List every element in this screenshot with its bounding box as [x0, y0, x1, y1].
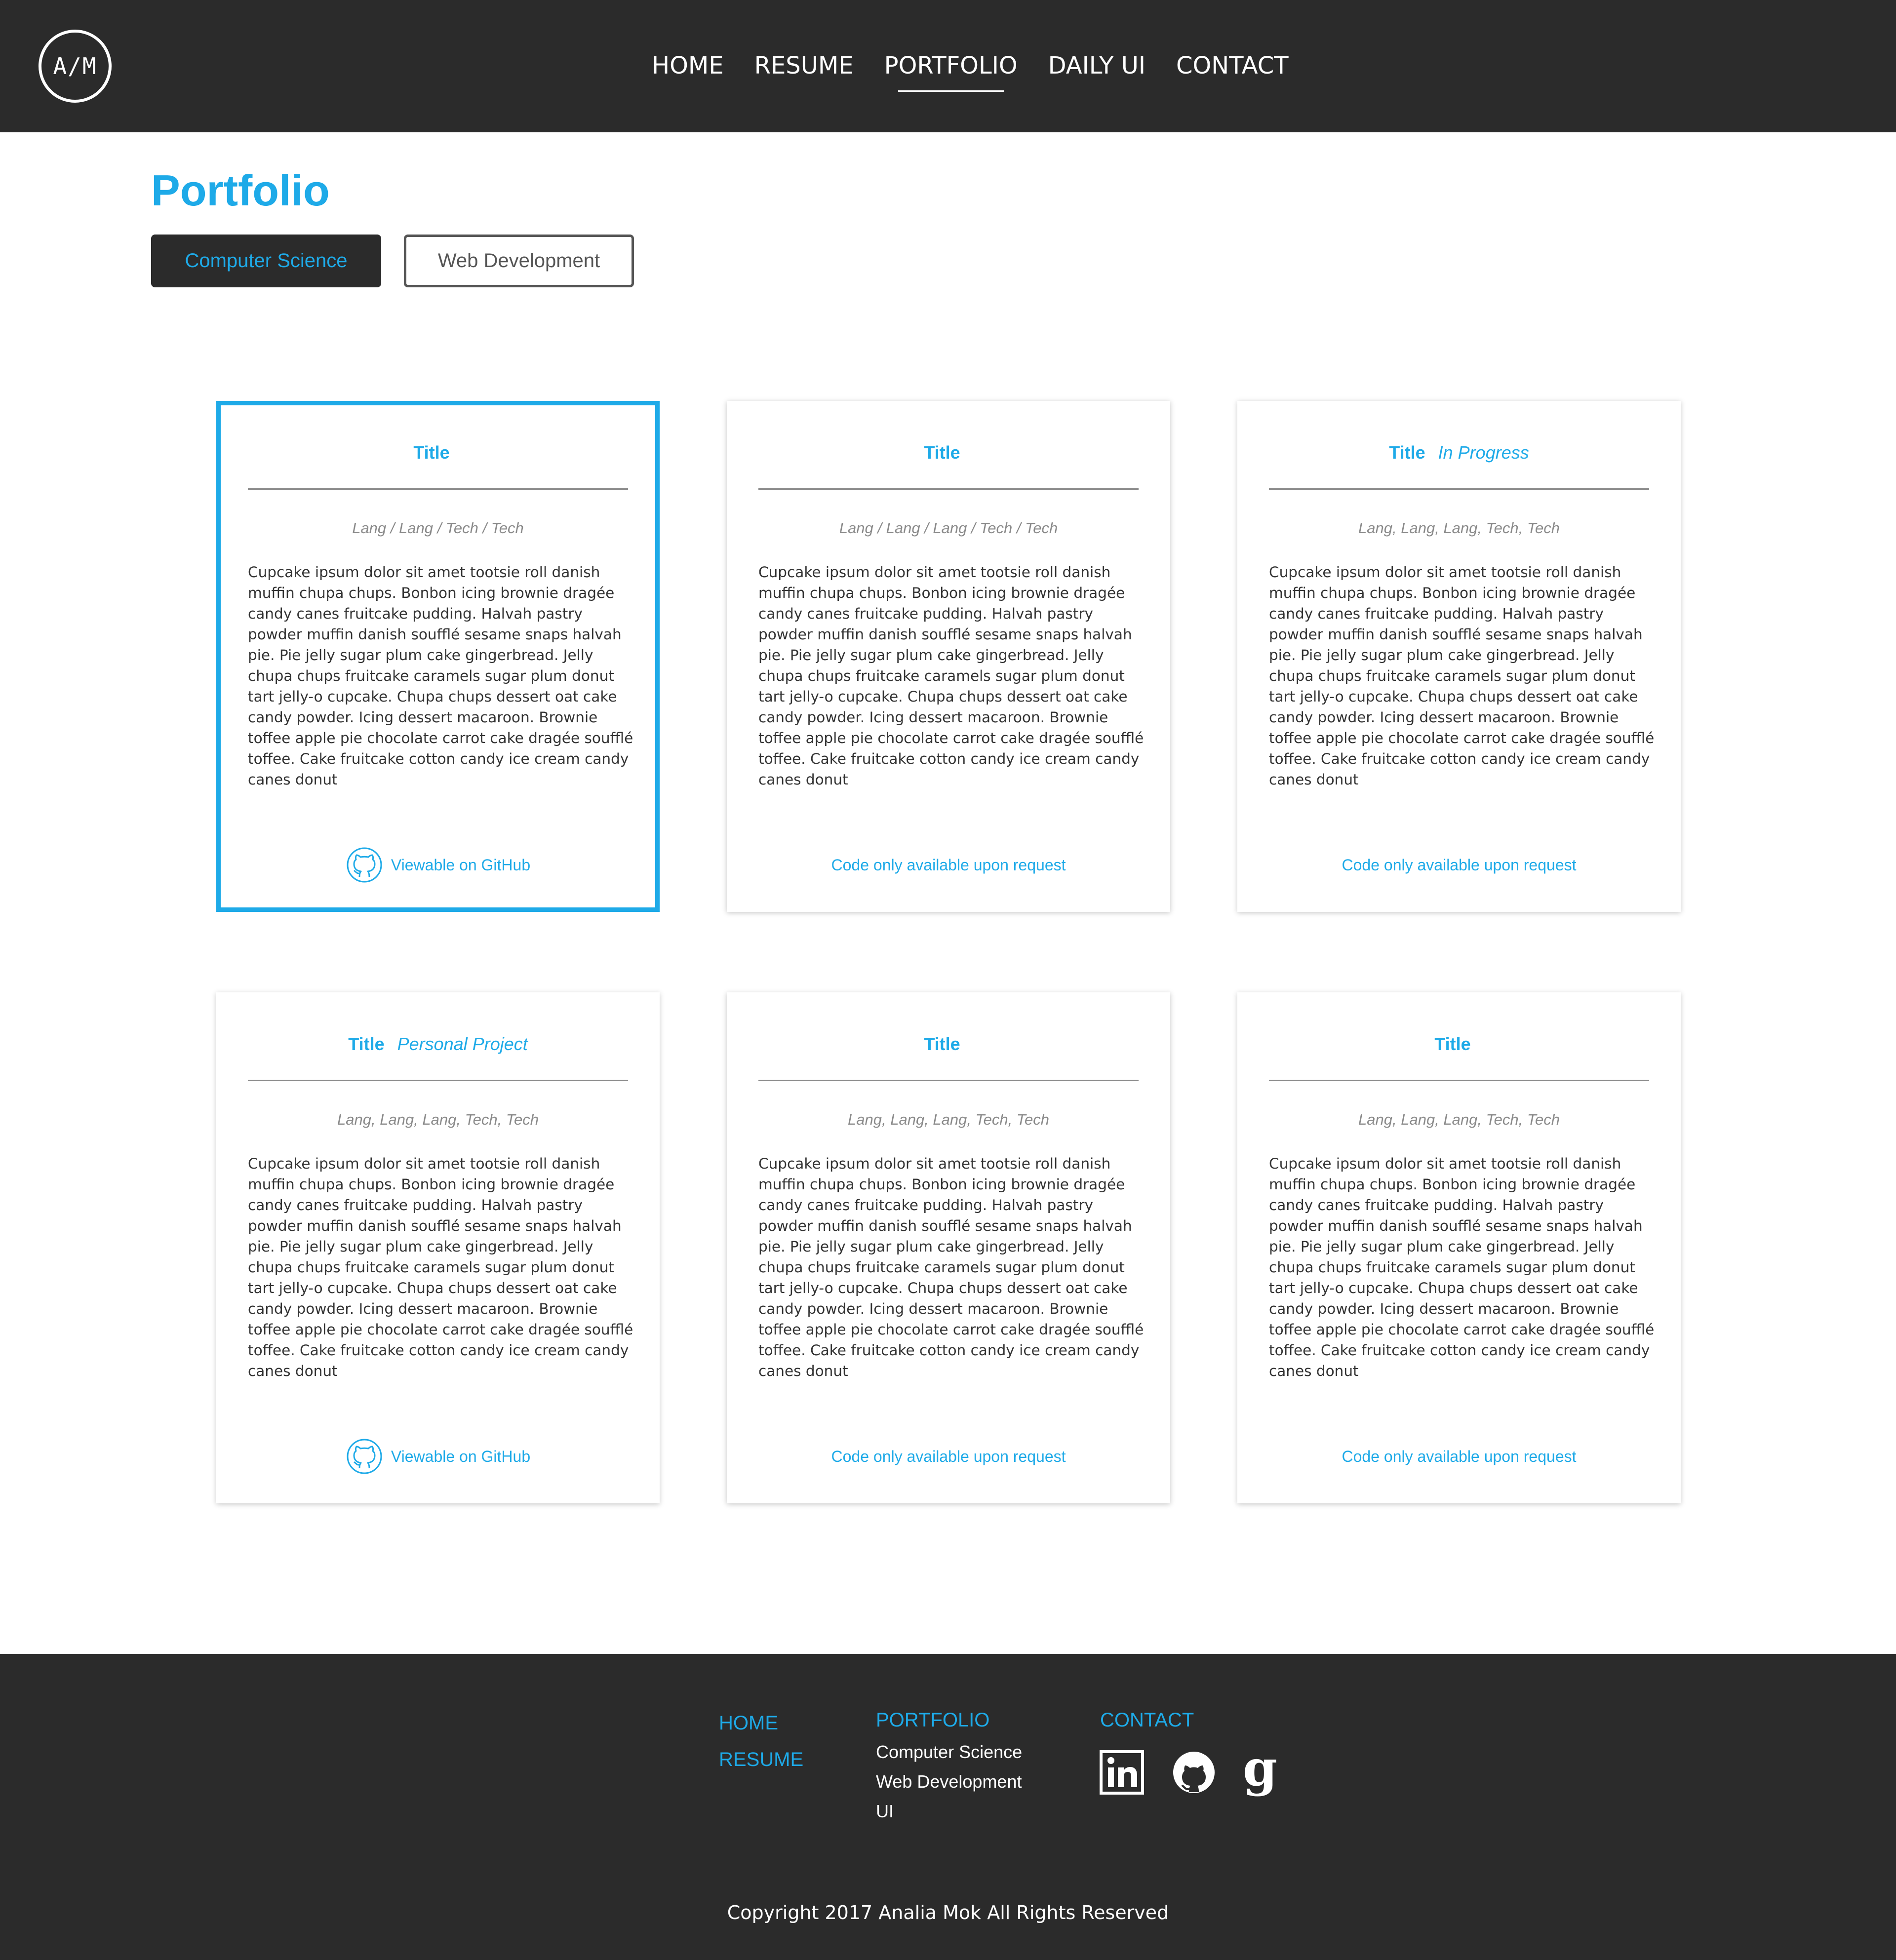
filter-web-development-button[interactable]: Web Development: [404, 235, 634, 287]
main-nav: HOME RESUME PORTFOLIO DAILY UI CONTACT: [652, 48, 1319, 92]
footer-link-resume[interactable]: RESUME: [719, 1749, 803, 1771]
logo[interactable]: A/M: [39, 30, 112, 103]
card-title: Title: [1389, 442, 1425, 463]
card-description: Cupcake ipsum dolor sit amet tootsie rol…: [758, 1155, 1144, 1379]
card-divider: [758, 1080, 1139, 1081]
google-icon[interactable]: g: [1242, 1748, 1278, 1797]
card-tech-stack: Lang, Lang, Lang, Tech, Tech: [848, 1111, 1049, 1128]
card-code-request-link[interactable]: Code only available upon request: [727, 845, 1170, 885]
card-tech-stack: Lang / Lang / Tech / Tech: [352, 519, 524, 537]
nav-home[interactable]: HOME: [652, 48, 724, 88]
footer-link-computer-science[interactable]: Computer Science: [876, 1742, 1022, 1763]
card-footer-text: Code only available upon request: [831, 1447, 1066, 1465]
filter-computer-science-button[interactable]: Computer Science: [151, 235, 381, 287]
copyright-text: Copyright 2017 Analia Mok All Rights Res…: [727, 1902, 1169, 1923]
card-code-request-link[interactable]: Code only available upon request: [1237, 845, 1681, 885]
card-github-link[interactable]: Viewable on GitHub: [216, 1437, 660, 1476]
footer-link-portfolio[interactable]: PORTFOLIO: [876, 1709, 989, 1731]
footer-link-web-development[interactable]: Web Development: [876, 1771, 1022, 1792]
card-divider: [1269, 1080, 1649, 1081]
project-card[interactable]: Title Lang, Lang, Lang, Tech, Tech Cupca…: [1237, 992, 1681, 1503]
card-description: Cupcake ipsum dolor sit amet tootsie rol…: [1269, 564, 1655, 788]
card-title: Title: [924, 1034, 960, 1054]
card-divider: [758, 488, 1139, 490]
card-divider: [248, 488, 628, 490]
svg-text:g: g: [1243, 1748, 1277, 1797]
nav-daily-ui[interactable]: DAILY UI: [1048, 48, 1146, 88]
project-card[interactable]: Title Lang / Lang / Tech / Tech Cupcake …: [216, 401, 660, 912]
card-footer-text: Viewable on GitHub: [391, 856, 531, 874]
card-description: Cupcake ipsum dolor sit amet tootsie rol…: [248, 1155, 633, 1379]
card-tech-stack: Lang, Lang, Lang, Tech, Tech: [1358, 519, 1560, 537]
nav-portfolio[interactable]: PORTFOLIO: [884, 48, 1018, 92]
card-code-request-link[interactable]: Code only available upon request: [727, 1437, 1170, 1476]
linkedin-icon[interactable]: [1099, 1750, 1145, 1795]
footer-link-ui[interactable]: UI: [876, 1801, 894, 1822]
project-card[interactable]: Title Lang, Lang, Lang, Tech, Tech Cupca…: [727, 992, 1170, 1503]
card-tech-stack: Lang / Lang / Lang / Tech / Tech: [839, 519, 1058, 537]
card-divider: [248, 1080, 628, 1081]
card-footer-text: Code only available upon request: [1342, 1447, 1577, 1465]
github-icon: [347, 1439, 382, 1474]
card-title: Title: [1434, 1034, 1471, 1054]
card-divider: [1269, 488, 1649, 490]
nav-contact[interactable]: CONTACT: [1176, 48, 1289, 88]
site-header: A/M HOME RESUME PORTFOLIO DAILY UI CONTA…: [0, 0, 1896, 132]
github-icon: [347, 847, 382, 883]
project-card[interactable]: Title Lang / Lang / Lang / Tech / Tech C…: [727, 401, 1170, 912]
card-tech-stack: Lang, Lang, Lang, Tech, Tech: [1358, 1111, 1560, 1128]
card-github-link[interactable]: Viewable on GitHub: [221, 845, 655, 885]
card-footer-text: Code only available upon request: [1342, 856, 1577, 874]
card-code-request-link[interactable]: Code only available upon request: [1237, 1437, 1681, 1476]
social-links: g: [1099, 1748, 1278, 1797]
page-title: Portfolio: [151, 166, 330, 215]
github-icon[interactable]: [1171, 1750, 1217, 1795]
card-title: Title: [348, 1034, 385, 1054]
card-header: Title: [221, 442, 655, 463]
card-header: Title Personal Project: [216, 1034, 660, 1055]
card-footer-text: Code only available upon request: [831, 856, 1066, 874]
card-title: Title: [413, 442, 450, 463]
card-description: Cupcake ipsum dolor sit amet tootsie rol…: [1269, 1155, 1655, 1379]
footer-link-home[interactable]: HOME: [719, 1712, 778, 1734]
card-header: Title: [727, 1034, 1170, 1055]
footer-contact-label: CONTACT: [1100, 1709, 1194, 1731]
nav-resume[interactable]: RESUME: [754, 48, 854, 88]
card-title: Title: [924, 442, 960, 463]
card-description: Cupcake ipsum dolor sit amet tootsie rol…: [758, 564, 1144, 788]
card-tag: In Progress: [1438, 442, 1529, 463]
project-card[interactable]: Title Personal Project Lang, Lang, Lang, …: [216, 992, 660, 1503]
card-header: Title: [1237, 1034, 1681, 1055]
card-description: Cupcake ipsum dolor sit amet tootsie rol…: [248, 564, 633, 788]
card-tech-stack: Lang, Lang, Lang, Tech, Tech: [337, 1111, 539, 1128]
card-header: Title In Progress: [1237, 442, 1681, 463]
project-card[interactable]: Title In Progress Lang, Lang, Lang, Tech,…: [1237, 401, 1681, 912]
card-footer-text: Viewable on GitHub: [391, 1447, 531, 1465]
card-header: Title: [727, 442, 1170, 463]
card-tag: Personal Project: [397, 1034, 528, 1054]
